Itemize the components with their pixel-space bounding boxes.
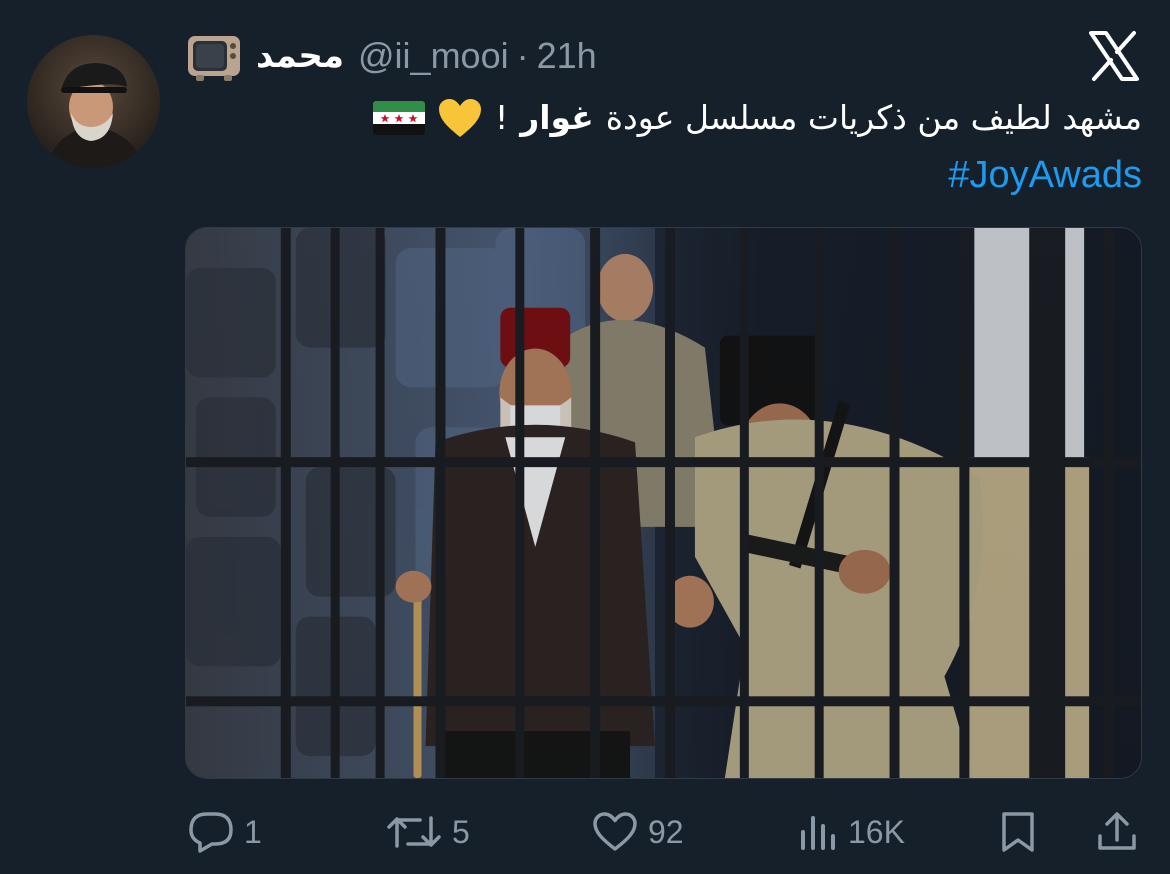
views-chart-icon [801, 816, 835, 850]
tweet-text-main: مشهد لطيف من ذكريات مسلسل عودة [605, 98, 1142, 137]
reply-button[interactable]: 1 [188, 797, 262, 867]
separator-dot: · [516, 35, 529, 76]
like-count: 92 [648, 813, 684, 850]
views-button[interactable]: 16K [798, 797, 905, 867]
tv-icon [186, 30, 242, 82]
repost-icon [387, 816, 441, 848]
repost-button[interactable]: 5 [386, 797, 470, 867]
bookmark-icon [1002, 812, 1034, 852]
avatar[interactable] [27, 35, 160, 168]
author-name[interactable]: محمد [256, 36, 344, 76]
hashtag-link[interactable]: #JoyAwads [948, 147, 1142, 203]
heart-icon [593, 812, 637, 851]
share-button[interactable] [1095, 797, 1139, 867]
reply-icon [189, 812, 233, 853]
yellow-heart-icon [437, 97, 483, 139]
tweet-header: محمد @ii_mooi · 21h [186, 28, 597, 84]
bookmark-button[interactable] [998, 797, 1038, 867]
share-icon [1098, 812, 1136, 850]
tweet-time[interactable]: 21h [537, 35, 597, 77]
author-handle[interactable]: @ii_mooi [358, 35, 509, 77]
tweet-media-image[interactable] [185, 227, 1142, 779]
tweet-text-bold: غوار [520, 98, 594, 137]
action-bar: 1 5 92 16K [0, 797, 1170, 867]
x-logo-icon [1088, 30, 1140, 82]
syrian-revolution-flag-icon [372, 101, 425, 135]
view-count: 16K [848, 813, 905, 850]
like-button[interactable]: 92 [592, 797, 684, 867]
tweet-text: مشهد لطيف من ذكريات مسلسل عودة غوار ! [372, 88, 1142, 148]
tweet-text-exclaim: ! [494, 98, 509, 137]
repost-count: 5 [452, 813, 470, 850]
reply-count: 1 [244, 813, 262, 850]
